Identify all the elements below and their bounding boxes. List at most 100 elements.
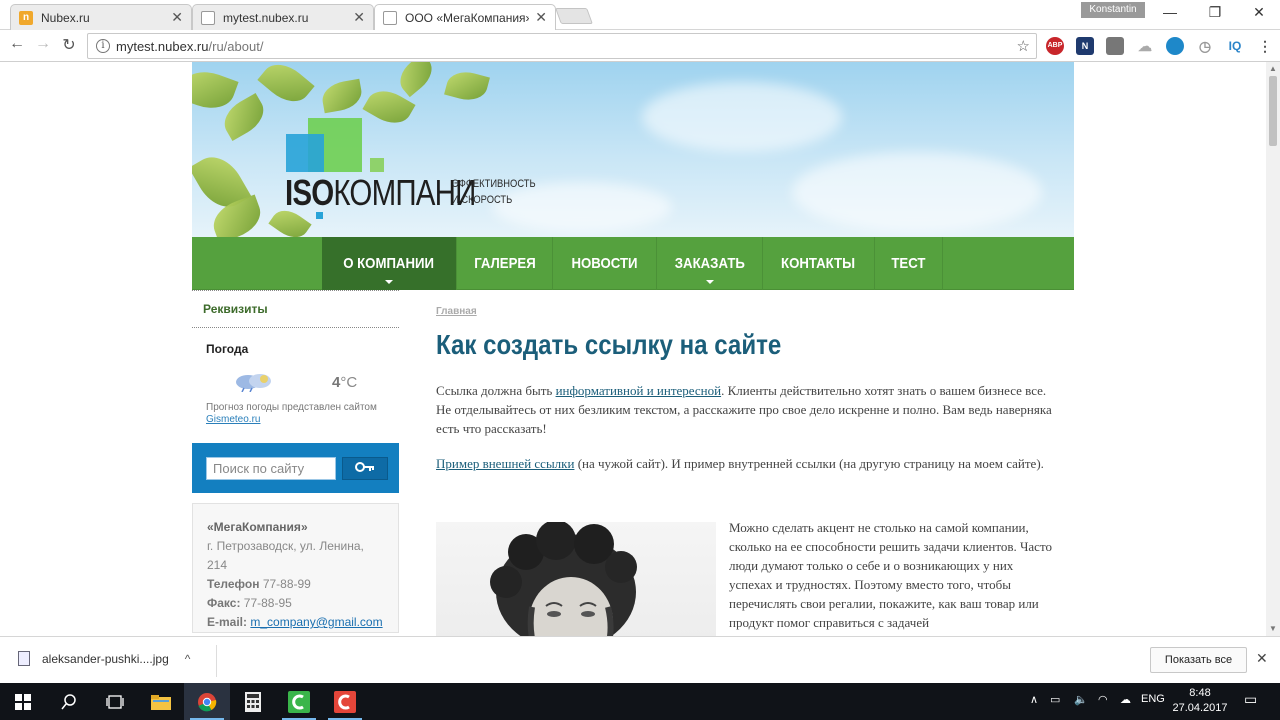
notifications-icon[interactable]: ▭ [1244,691,1257,708]
logo-tagline-line: И СКОРОСТЬ [452,194,513,206]
forward-icon[interactable]: → [32,35,54,53]
restore-icon[interactable]: ❐ [1200,4,1230,21]
nav-item-label: Контакты [781,255,856,272]
calculator-icon[interactable] [230,683,276,720]
n-extension-icon[interactable]: N [1076,37,1094,55]
weather-title: Погода [206,342,249,356]
iq-extension-icon[interactable]: IQ [1226,37,1244,55]
nav-item-contacts[interactable]: Контакты [763,237,875,290]
adblock-icon[interactable]: ABP [1046,37,1064,55]
cloud-rain-icon [234,372,276,393]
battery-icon[interactable]: ▭ [1050,693,1060,706]
cloud-sync-icon[interactable]: ☁ [1120,693,1131,706]
chevron-down-icon [705,280,714,284]
company-address: г. Петрозаводск, ул. Ленина, 214 [207,539,364,572]
address-bar[interactable]: i mytest.nubex.ru/ru/about/ ☆ [87,33,1037,59]
menu-icon[interactable]: ⋮ [1256,37,1274,55]
wifi-icon[interactable]: ◠ [1098,693,1108,706]
chrome-icon[interactable] [184,683,230,720]
circle-extension-icon[interactable] [1166,37,1184,55]
gismeteo-link[interactable]: Gismeteo.ru [206,414,260,425]
tab-megacompany[interactable]: ООО «МегаКомпания» ✕ [374,4,556,30]
company-phone: Телефон 77-88-99 [207,575,384,594]
paragraph-intro: Ссылка должна быть информативной и интер… [436,381,1056,438]
timer-icon[interactable]: ◷ [1196,37,1214,55]
email-link[interactable]: m_company@gmail.com [250,615,382,629]
tab-nubex[interactable]: n Nubex.ru ✕ [10,4,192,30]
weather-note-text: Прогноз погоды представлен сайтом [206,402,377,413]
url-text[interactable]: mytest.nubex.ru/ru/about/ [116,39,1017,54]
info-icon[interactable]: i [96,39,110,53]
company-fax: Факс: 77-88-95 [207,594,384,613]
close-icon[interactable]: ✕ [171,9,183,26]
leaf-decoration [319,78,365,114]
windows-start-icon[interactable] [0,683,46,720]
company-email: E-mail: m_company@gmail.com [207,613,384,632]
logo-bold: ISO [285,172,334,213]
search-icon[interactable] [46,683,92,720]
nav-item-about[interactable]: О компании [322,237,457,290]
close-icon[interactable]: ✕ [353,9,365,26]
site-container: ISOКОМПАНИ ЭФФЕКТИВНОСТЬ И СКОРОСТЬ О ко… [192,62,1074,636]
phone-value: 77-88-99 [262,577,311,591]
external-link-example[interactable]: Пример внешней ссылки [436,456,574,471]
close-icon[interactable]: ✕ [1256,650,1268,667]
download-item[interactable]: aleksander-pushki....jpg ^ [18,651,190,666]
back-icon[interactable]: ← [6,35,28,53]
page-viewport: ISOКОМПАНИ ЭФФЕКТИВНОСТЬ И СКОРОСТЬ О ко… [0,62,1266,636]
system-clock[interactable]: 8:48 27.04.2017 [1172,686,1228,716]
scroll-down-icon[interactable]: ▼ [1269,624,1277,633]
task-view-icon[interactable] [92,683,138,720]
nav-item-label: О компании [343,255,435,272]
page-icon [201,10,215,25]
nubex-icon: n [19,10,33,25]
nav-item-label: Тест [891,255,926,272]
search-input[interactable]: Поиск по сайту [206,457,336,480]
logo-square [286,134,324,172]
sidebar-item-requisites[interactable]: Реквизиты [192,290,399,328]
volume-icon[interactable]: 🔈 [1074,693,1088,706]
nav-item-test[interactable]: Тест [875,237,943,290]
page-icon [383,10,397,25]
pushkin-portrait-image [436,522,716,636]
new-tab-button[interactable] [555,8,593,24]
profile-button[interactable]: Konstantin [1081,2,1145,18]
paragraph-accent: Можно сделать акцент не столько на самой… [729,520,1052,630]
page-scrollbar[interactable]: ▲ ▼ [1266,62,1280,636]
extension-icon[interactable] [1106,37,1124,55]
email-label: E-mail: [207,615,248,629]
search-button[interactable] [342,457,388,480]
inline-link-informative[interactable]: информативной и интересной [556,383,722,398]
chevron-up-icon[interactable]: ∧ [1030,693,1038,706]
nav-item-gallery[interactable]: Галерея [457,237,553,290]
reload-icon[interactable]: ↻ [58,35,80,55]
minimize-icon[interactable]: — [1155,4,1185,20]
chevron-up-icon[interactable]: ^ [185,652,191,666]
file-explorer-icon[interactable] [138,683,184,720]
bookmark-star-icon[interactable]: ☆ [1017,37,1030,55]
image-file-icon [18,651,30,666]
logo-tagline-line: ЭФФЕКТИВНОСТЬ [452,178,536,190]
fax-label: Факс: [207,596,241,610]
logo-square [370,158,384,172]
download-shelf: aleksander-pushki....jpg ^ Показать все … [0,636,1280,683]
nav-item-label: Заказать [674,255,745,272]
leaf-decoration [444,67,490,105]
camtasia-red-icon[interactable] [322,683,368,720]
nav-item-order[interactable]: Заказать [657,237,763,290]
weather-note: Прогноз погоды представлен сайтом Gismet… [206,402,385,426]
tab-mytest[interactable]: mytest.nubex.ru ✕ [192,4,374,30]
nav-item-news[interactable]: Новости [553,237,657,290]
close-window-icon[interactable]: ✕ [1244,4,1274,21]
main-navigation: О компании Галерея Новости Заказать Конт… [192,237,1074,290]
show-all-downloads-button[interactable]: Показать все [1150,647,1247,673]
breadcrumb[interactable]: Главная [436,306,1056,317]
language-indicator[interactable]: ENG [1141,693,1165,705]
cloud-icon[interactable]: ☁ [1136,37,1154,55]
scroll-up-icon[interactable]: ▲ [1269,64,1277,73]
scrollbar-thumb[interactable] [1269,76,1277,146]
close-icon[interactable]: ✕ [535,9,547,26]
camtasia-green-icon[interactable] [276,683,322,720]
site-logo[interactable]: ISOКОМПАНИ [285,172,476,214]
windows-taskbar: ∧ ▭ 🔈 ◠ ☁ ENG 8:48 27.04.2017 ▭ [0,683,1280,720]
